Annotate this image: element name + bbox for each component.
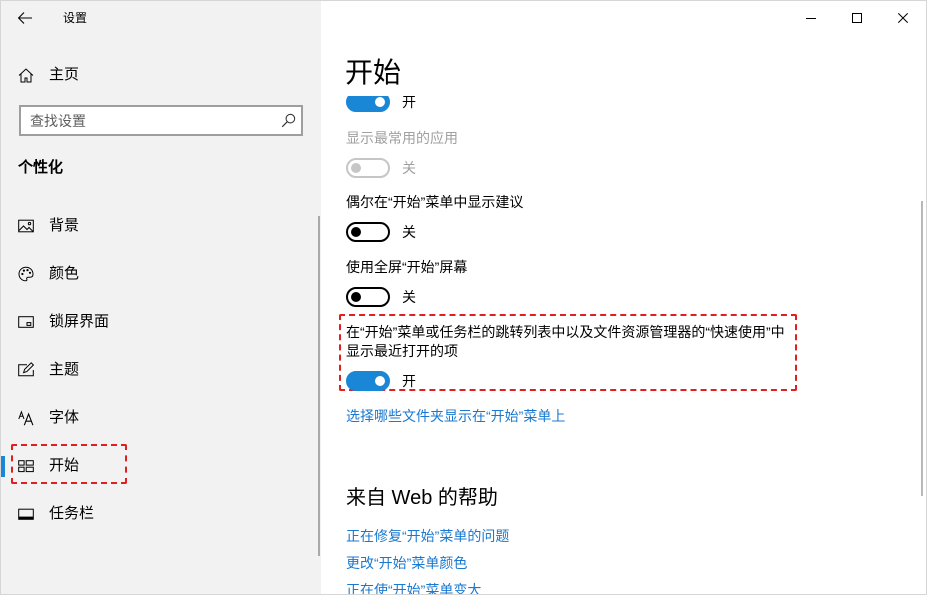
sidebar-item-background[interactable]: 背景: [1, 206, 315, 246]
sidebar-item-taskbar[interactable]: 任务栏: [1, 494, 315, 534]
help-link[interactable]: 更改“开始”菜单颜色: [346, 553, 467, 573]
toggle-switch[interactable]: [346, 287, 390, 307]
lock-screen-icon: [18, 316, 34, 328]
taskbar-icon: [18, 508, 34, 520]
sidebar-item-fonts[interactable]: 字体: [1, 398, 315, 438]
toggle-switch[interactable]: [346, 222, 390, 242]
setting-label: 使用全屏“开始”屏幕: [346, 259, 468, 275]
sidebar-item-start[interactable]: 开始: [1, 446, 315, 486]
setting-label: 显示最常用的应用: [346, 130, 458, 146]
toggle-knob: [351, 163, 361, 173]
font-icon: [18, 410, 34, 426]
toggle-state-label: 关: [402, 289, 416, 305]
sidebar: 设置 主页 个性化 背景: [1, 1, 321, 594]
sidebar-item-home[interactable]: 主页: [1, 55, 315, 95]
toggle-switch[interactable]: [346, 96, 390, 112]
settings-window: 设置 主页 个性化 背景: [0, 0, 927, 595]
maximize-button[interactable]: [834, 1, 880, 35]
page-title: 开始: [345, 57, 402, 88]
back-button[interactable]: [1, 1, 49, 35]
sidebar-item-label: 背景: [49, 217, 80, 234]
minimize-button[interactable]: [788, 1, 834, 35]
toggle-switch[interactable]: [346, 158, 390, 178]
toggle-state-label: 关: [402, 160, 416, 176]
home-icon: [18, 68, 34, 83]
setting-label-line: 在“开始”菜单或任务栏的跳转列表中以及文件资源管理器的“快速使用”中: [346, 324, 785, 340]
window-title: 设置: [63, 11, 88, 25]
sidebar-item-label: 开始: [49, 457, 80, 474]
toggle-knob: [375, 376, 385, 386]
setting-label: 在“开始”菜单或任务栏的跳转列表中以及文件资源管理器的“快速使用”中 显示最近打…: [346, 323, 785, 361]
close-icon: [898, 13, 908, 23]
help-heading: 来自 Web 的帮助: [346, 487, 498, 509]
toggle-state-label: 开: [402, 373, 416, 389]
palette-icon: [18, 266, 34, 282]
toggle-knob: [351, 227, 361, 237]
picture-icon: [18, 219, 34, 233]
help-link[interactable]: 正在修复“开始”菜单的问题: [346, 526, 509, 546]
sidebar-item-label: 字体: [49, 409, 80, 426]
help-link[interactable]: 正在使“开始”菜单变大: [346, 580, 481, 594]
maximize-icon: [852, 13, 862, 23]
setting-label: 偶尔在“开始”菜单中显示建议: [346, 194, 524, 210]
selection-indicator: [1, 456, 5, 477]
sidebar-item-label: 任务栏: [49, 505, 95, 522]
settings-content: 开 显示最常用的应用 关 偶尔在“开始”菜单中显示建议 关 使用全屏“开始”屏幕…: [322, 96, 926, 594]
section-title: 个性化: [18, 159, 64, 176]
search-input[interactable]: [21, 107, 273, 134]
sidebar-item-themes[interactable]: 主题: [1, 350, 315, 390]
search-box[interactable]: [19, 105, 303, 136]
sidebar-item-label: 颜色: [49, 265, 80, 282]
toggle-knob: [351, 292, 361, 302]
toggle-switch[interactable]: [346, 371, 390, 391]
search-icon[interactable]: [281, 113, 296, 128]
sidebar-item-label: 主题: [49, 361, 80, 378]
sidebar-item-colors[interactable]: 颜色: [1, 254, 315, 294]
sidebar-item-label: 锁屏界面: [49, 313, 110, 330]
folders-on-start-link[interactable]: 选择哪些文件夹显示在“开始”菜单上: [346, 406, 565, 426]
content-scrollbar[interactable]: [921, 201, 923, 496]
setting-label-line: 显示最近打开的项: [346, 343, 458, 359]
sidebar-item-label: 主页: [49, 66, 80, 83]
toggle-knob: [375, 97, 385, 107]
sidebar-item-lock-screen[interactable]: 锁屏界面: [1, 302, 315, 342]
theme-icon: [18, 362, 34, 377]
back-arrow-icon: [17, 12, 32, 24]
toggle-state-label: 开: [402, 96, 416, 110]
sidebar-scrollbar[interactable]: [318, 216, 320, 556]
start-icon: [18, 460, 34, 473]
toggle-state-label: 关: [402, 224, 416, 240]
close-button[interactable]: [880, 1, 926, 35]
minimize-icon: [806, 18, 816, 19]
